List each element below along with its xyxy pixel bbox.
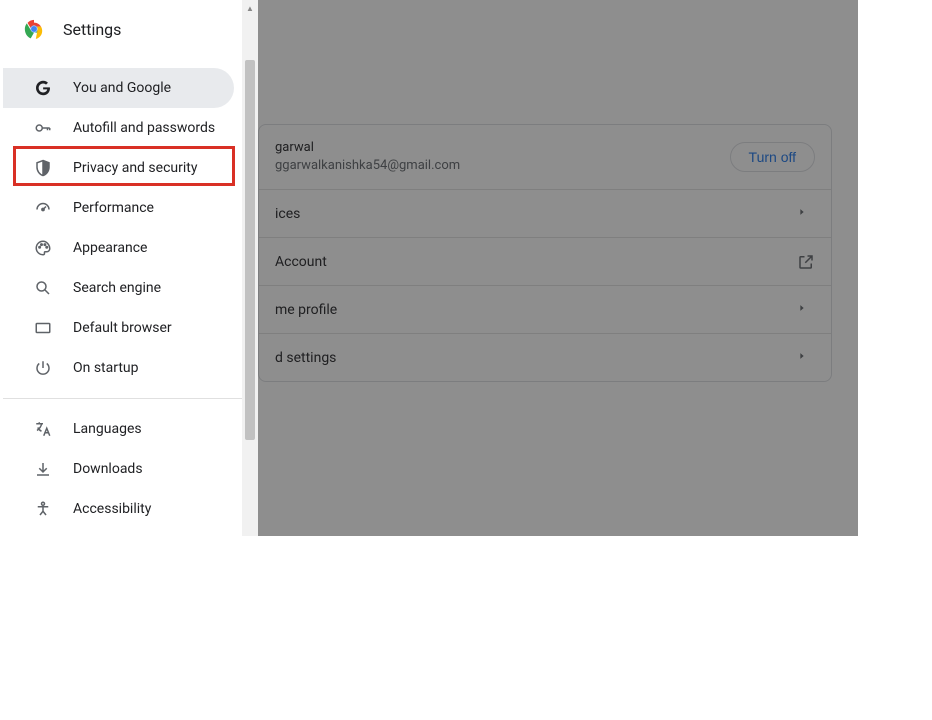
page-title: Settings [63, 20, 121, 39]
divider [3, 398, 242, 399]
nav-label: Search engine [73, 280, 161, 296]
scroll-up-icon[interactable]: ▲ [242, 0, 258, 16]
nav-label: On startup [73, 360, 139, 376]
nav-label: Default browser [73, 320, 172, 336]
nav-label: Downloads [73, 461, 143, 477]
nav-group-secondary: Languages Downloads Accessibility [3, 409, 242, 529]
nav-label: Autofill and passwords [73, 120, 215, 136]
nav-label: Accessibility [73, 501, 151, 517]
nav-privacy-security[interactable]: Privacy and security [3, 148, 234, 188]
nav-downloads[interactable]: Downloads [3, 449, 234, 489]
nav-label: Performance [73, 200, 154, 216]
search-icon [33, 278, 53, 298]
nav-autofill[interactable]: Autofill and passwords [3, 108, 234, 148]
nav-label: Appearance [73, 240, 147, 256]
palette-icon [33, 238, 53, 258]
chrome-logo-icon [23, 18, 45, 40]
download-icon [33, 459, 53, 479]
browser-icon [33, 318, 53, 338]
speedometer-icon [33, 198, 53, 218]
nav-on-startup[interactable]: On startup [3, 348, 234, 388]
nav-label: Languages [73, 421, 142, 437]
nav-you-and-google[interactable]: You and Google [3, 68, 234, 108]
google-icon [33, 78, 53, 98]
shield-icon [33, 158, 53, 178]
nav-label: Privacy and security [73, 160, 197, 176]
nav-accessibility[interactable]: Accessibility [3, 489, 234, 529]
nav-label: You and Google [73, 80, 171, 96]
settings-sidebar: Settings You and Google Autofill and pas… [3, 0, 242, 536]
sidebar-header: Settings [3, 0, 242, 60]
nav-group-primary: You and Google Autofill and passwords Pr… [3, 60, 242, 388]
scrollbar[interactable]: ▲ [242, 0, 258, 536]
scroll-thumb[interactable] [245, 60, 255, 440]
translate-icon [33, 419, 53, 439]
nav-search-engine[interactable]: Search engine [3, 268, 234, 308]
dim-overlay [258, 0, 858, 536]
nav-languages[interactable]: Languages [3, 409, 234, 449]
accessibility-icon [33, 499, 53, 519]
power-icon [33, 358, 53, 378]
nav-performance[interactable]: Performance [3, 188, 234, 228]
nav-appearance[interactable]: Appearance [3, 228, 234, 268]
key-icon [33, 118, 53, 138]
nav-default-browser[interactable]: Default browser [3, 308, 234, 348]
